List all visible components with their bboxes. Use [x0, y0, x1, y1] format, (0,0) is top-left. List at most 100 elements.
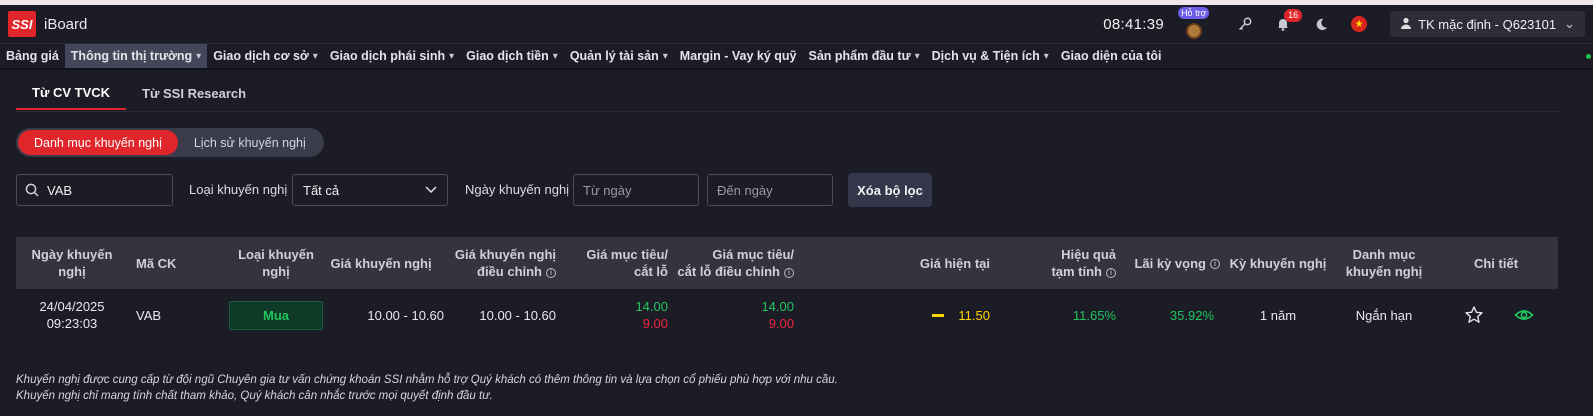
- chevron-down-icon: ▾: [1043, 50, 1049, 62]
- type-filter-value: Tất cả: [303, 182, 340, 198]
- star-icon[interactable]: [1464, 305, 1484, 325]
- header-date: Ngày khuyến nghị: [31, 247, 113, 279]
- type-filter-label: Loại khuyến nghị: [189, 182, 288, 197]
- buy-badge: Mua: [229, 300, 323, 330]
- language-button[interactable]: ★: [1340, 5, 1378, 43]
- stoploss-price-adj: 9.00: [768, 316, 794, 331]
- disclaimer-line: Khuyến nghị chỉ mang tính chất tham khảo…: [16, 390, 493, 402]
- menu-item-giao-dich-tien[interactable]: Giao dịch tiền ▾: [460, 44, 564, 68]
- search-icon: [25, 183, 39, 197]
- main-menu: Bảng giá Thông tin thị trường ▾ Giao dịch…: [0, 43, 1593, 68]
- header-detail: Chi tiết: [1473, 255, 1519, 271]
- header-target-adj: Giá mục tiêu/cắt lỗ điều chỉnh i: [677, 247, 794, 279]
- reference-dash-icon: [932, 313, 945, 317]
- chevron-down-icon: ▾: [552, 50, 558, 62]
- disclaimer: Khuyến nghị được cung cấp từ đội ngũ Chu…: [16, 372, 838, 404]
- filter-bar: Loại khuyến nghị Tất cả Ngày khuyến nghị…: [16, 173, 1016, 207]
- theme-toggle-button[interactable]: [1302, 5, 1340, 43]
- status-dot: [1586, 54, 1591, 59]
- cell-detail: [1464, 289, 1534, 341]
- moon-icon: [1316, 18, 1327, 30]
- app-header: SSI iBoard 08:41:39 Hỗ trợ 16 ★ TK mặc đ…: [0, 5, 1593, 43]
- segment-danh-muc-khuyen-nghi[interactable]: Danh mục khuyến nghị: [18, 130, 178, 155]
- tab-tu-ssi-research[interactable]: Từ SSI Research: [126, 76, 262, 110]
- info-icon[interactable]: i: [784, 267, 794, 278]
- stoploss-price: 9.00: [642, 316, 668, 331]
- key-button[interactable]: [1226, 5, 1264, 43]
- account-label: TK mặc định - Q623101: [1418, 16, 1557, 32]
- header-performance: Hiệu quả tạm tính i: [1051, 247, 1116, 279]
- header-current-price: Giá hiện tại: [919, 255, 990, 271]
- table-row[interactable]: 24/04/2025 09:23:03 VAB Mua 10.00 - 10.60…: [16, 289, 1558, 341]
- clear-filter-button[interactable]: Xóa bộ lọc: [848, 173, 932, 207]
- segment-lich-su-khuyen-nghi[interactable]: Lịch sử khuyến nghị: [178, 130, 322, 155]
- menu-item-bang-gia[interactable]: Bảng giá: [0, 44, 65, 68]
- chevron-down-icon: ▾: [196, 50, 202, 62]
- cell-category: Ngắn hạn: [1355, 307, 1413, 323]
- vietnam-flag-icon: ★: [1351, 16, 1368, 32]
- type-filter-select[interactable]: Tất cả: [292, 174, 448, 206]
- search-box[interactable]: [16, 174, 173, 206]
- ssi-logo[interactable]: SSI: [8, 11, 36, 37]
- info-icon[interactable]: i: [1210, 259, 1220, 270]
- separator: [0, 68, 1593, 70]
- app-name: iBoard: [44, 15, 88, 33]
- cell-target-stoploss-adj: 14.00 9.00: [676, 289, 794, 341]
- notification-button[interactable]: 16: [1264, 5, 1303, 43]
- clock: 08:41:39: [1103, 15, 1165, 33]
- date-filter-label: Ngày khuyến nghị: [465, 182, 570, 197]
- header-term: Kỳ khuyến nghị: [1229, 255, 1327, 271]
- cell-rec-price-adj: 10.00 - 10.60: [479, 307, 556, 323]
- account-selector[interactable]: TK mặc định - Q623101 ⌄: [1390, 11, 1585, 37]
- cell-expected-profit: 35.92%: [1169, 307, 1214, 323]
- notification-count-badge: 16: [1284, 9, 1303, 22]
- menu-item-thong-tin-thi-truong[interactable]: Thông tin thị trường ▾: [64, 44, 208, 68]
- view-segment: Danh mục khuyến nghị Lịch sử khuyến nghị: [16, 128, 324, 157]
- owl-mascot-icon: [1186, 23, 1203, 39]
- header-symbol: Mã CK: [136, 255, 177, 271]
- chevron-down-icon: ▾: [662, 50, 668, 62]
- cell-performance: 11.65%: [1072, 307, 1116, 323]
- cell-term: 1 năm: [1259, 307, 1297, 323]
- to-date-input[interactable]: Đến ngày: [707, 174, 833, 206]
- key-icon: [1239, 17, 1252, 31]
- cell-date: 24/04/2025 09:23:03: [39, 299, 105, 331]
- eye-icon[interactable]: [1514, 305, 1534, 325]
- target-price-adj: 14.00: [761, 299, 794, 314]
- menu-item-dich-vu-tien-ich[interactable]: Dịch vụ & Tiện ích ▾: [926, 44, 1055, 68]
- header-expected-profit: Lãi kỳ vọng i: [1126, 237, 1220, 289]
- tab-divider: [16, 111, 1558, 112]
- menu-item-quan-ly-tai-san[interactable]: Quản lý tài sản ▾: [564, 44, 674, 68]
- menu-item-san-pham-dau-tu[interactable]: Sản phẩm đầu tư ▾: [803, 44, 926, 68]
- chevron-down-icon: ▾: [312, 50, 318, 62]
- cell-rec-price: 10.00 - 10.60: [367, 307, 444, 323]
- chevron-down-icon: [425, 186, 437, 194]
- menu-item-giao-dich-co-so[interactable]: Giao dịch cơ sở ▾: [207, 44, 324, 68]
- support-label: Hỗ trợ: [1178, 7, 1210, 19]
- header-target: Giá mục tiêu/cắt lỗ: [586, 247, 668, 279]
- header-rec-price-adj: Giá khuyến nghị điều chỉnh i: [454, 247, 556, 279]
- header-right: 08:41:39 Hỗ trợ 16 ★ TK mặc định - Q6231…: [1103, 5, 1593, 43]
- header-rec-price: Giá khuyến nghị: [330, 255, 432, 271]
- table-header: Ngày khuyến nghị Mã CK Loại khuyến nghị Gi…: [16, 237, 1558, 289]
- search-input[interactable]: [47, 182, 157, 198]
- info-icon[interactable]: i: [546, 267, 556, 278]
- header-category: Danh mục khuyến nghị: [1345, 247, 1423, 279]
- menu-item-giao-dien-cua-toi[interactable]: Giao diện của tôi: [1055, 44, 1168, 68]
- info-icon[interactable]: i: [1106, 267, 1116, 278]
- menu-item-margin[interactable]: Margin - Vay ký quỹ: [674, 44, 803, 68]
- header-type: Loại khuyến nghị: [238, 247, 314, 279]
- target-price: 14.00: [635, 299, 668, 314]
- disclaimer-line: Khuyến nghị được cung cấp từ đội ngũ Chu…: [16, 374, 838, 386]
- tab-tu-cv-tvck[interactable]: Từ CV TVCK: [16, 76, 127, 110]
- cell-type: Mua: [228, 289, 324, 341]
- from-date-input[interactable]: Từ ngày: [573, 174, 699, 206]
- chevron-down-icon: ▾: [914, 50, 920, 62]
- cell-symbol[interactable]: VAB: [136, 289, 161, 341]
- chevron-down-icon: ▾: [449, 50, 455, 62]
- user-icon: [1400, 17, 1412, 32]
- source-tabs: Từ CV TVCK Từ SSI Research: [16, 76, 262, 112]
- menu-item-giao-dich-phai-sinh[interactable]: Giao dịch phái sinh ▾: [324, 44, 460, 68]
- support-button[interactable]: Hỗ trợ: [1178, 5, 1212, 43]
- cell-current-price: 11.50: [896, 289, 990, 341]
